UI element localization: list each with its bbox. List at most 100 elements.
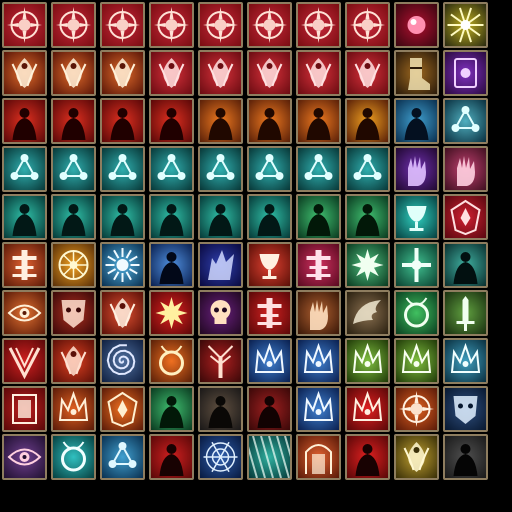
icon-slot[interactable] [51, 386, 96, 432]
icon-slot[interactable] [2, 2, 47, 48]
icon-slot[interactable] [198, 386, 243, 432]
icon-slot[interactable] [345, 338, 390, 384]
icon-slot[interactable] [100, 434, 145, 480]
icon-slot[interactable] [247, 2, 292, 48]
icon-slot[interactable] [149, 194, 194, 240]
icon-slot[interactable] [345, 290, 390, 336]
icon-slot[interactable] [247, 290, 292, 336]
icon-slot[interactable] [51, 338, 96, 384]
icon-slot[interactable] [149, 386, 194, 432]
icon-slot[interactable] [345, 50, 390, 96]
icon-slot[interactable] [2, 434, 47, 480]
icon-slot[interactable] [394, 194, 439, 240]
icon-slot[interactable] [247, 338, 292, 384]
icon-slot[interactable] [198, 146, 243, 192]
icon-slot[interactable] [296, 98, 341, 144]
icon-slot[interactable] [51, 290, 96, 336]
icon-slot[interactable] [51, 434, 96, 480]
icon-slot[interactable] [198, 242, 243, 288]
icon-slot[interactable] [345, 146, 390, 192]
icon-slot[interactable] [443, 338, 488, 384]
icon-slot[interactable] [2, 50, 47, 96]
icon-slot[interactable] [345, 194, 390, 240]
icon-slot[interactable] [394, 50, 439, 96]
icon-slot[interactable] [296, 338, 341, 384]
icon-slot[interactable] [443, 98, 488, 144]
icon-slot[interactable] [443, 194, 488, 240]
icon-slot[interactable] [394, 242, 439, 288]
icon-slot[interactable] [296, 146, 341, 192]
icon-slot[interactable] [51, 242, 96, 288]
icon-slot[interactable] [198, 290, 243, 336]
icon-slot[interactable] [2, 242, 47, 288]
icon-slot[interactable] [198, 194, 243, 240]
icon-slot[interactable] [2, 290, 47, 336]
icon-slot[interactable] [149, 146, 194, 192]
icon-slot[interactable] [296, 386, 341, 432]
icon-slot[interactable] [345, 434, 390, 480]
icon-slot[interactable] [394, 2, 439, 48]
icon-slot[interactable] [149, 338, 194, 384]
icon-slot[interactable] [100, 98, 145, 144]
icon-slot[interactable] [296, 2, 341, 48]
icon-slot[interactable] [198, 434, 243, 480]
icon-slot[interactable] [345, 2, 390, 48]
icon-slot[interactable] [198, 2, 243, 48]
icon-slot[interactable] [51, 146, 96, 192]
icon-slot[interactable] [443, 2, 488, 48]
icon-slot[interactable] [443, 50, 488, 96]
icon-slot[interactable] [2, 194, 47, 240]
icon-slot[interactable] [394, 98, 439, 144]
icon-slot[interactable] [296, 50, 341, 96]
icon-slot[interactable] [2, 98, 47, 144]
icon-slot[interactable] [149, 2, 194, 48]
icon-slot[interactable] [2, 338, 47, 384]
icon-slot[interactable] [100, 290, 145, 336]
icon-slot[interactable] [345, 242, 390, 288]
icon-slot[interactable] [149, 434, 194, 480]
icon-slot[interactable] [443, 434, 488, 480]
icon-slot[interactable] [100, 50, 145, 96]
icon-slot[interactable] [443, 290, 488, 336]
icon-slot[interactable] [247, 434, 292, 480]
icon-slot[interactable] [394, 290, 439, 336]
icon-slot[interactable] [394, 146, 439, 192]
icon-slot[interactable] [394, 338, 439, 384]
icon-slot[interactable] [149, 98, 194, 144]
icon-slot[interactable] [247, 242, 292, 288]
icon-slot[interactable] [100, 338, 145, 384]
icon-slot[interactable] [2, 386, 47, 432]
icon-slot[interactable] [394, 386, 439, 432]
icon-slot[interactable] [443, 242, 488, 288]
icon-slot[interactable] [51, 194, 96, 240]
icon-slot[interactable] [247, 194, 292, 240]
icon-slot[interactable] [100, 194, 145, 240]
icon-slot[interactable] [296, 434, 341, 480]
icon-slot[interactable] [100, 146, 145, 192]
icon-slot[interactable] [149, 242, 194, 288]
icon-slot[interactable] [296, 290, 341, 336]
icon-slot[interactable] [345, 98, 390, 144]
icon-slot[interactable] [100, 242, 145, 288]
icon-slot[interactable] [51, 98, 96, 144]
icon-slot[interactable] [149, 50, 194, 96]
icon-slot[interactable] [2, 146, 47, 192]
icon-slot[interactable] [247, 146, 292, 192]
icon-slot[interactable] [443, 386, 488, 432]
icon-slot[interactable] [247, 386, 292, 432]
icon-slot[interactable] [198, 98, 243, 144]
icon-slot[interactable] [100, 386, 145, 432]
icon-slot[interactable] [247, 50, 292, 96]
icon-slot[interactable] [247, 98, 292, 144]
icon-slot[interactable] [149, 290, 194, 336]
icon-slot[interactable] [443, 146, 488, 192]
icon-slot[interactable] [51, 2, 96, 48]
icon-slot[interactable] [394, 434, 439, 480]
icon-slot[interactable] [100, 2, 145, 48]
icon-slot[interactable] [198, 50, 243, 96]
icon-slot[interactable] [198, 338, 243, 384]
icon-slot[interactable] [296, 242, 341, 288]
icon-slot[interactable] [51, 50, 96, 96]
icon-slot[interactable] [296, 194, 341, 240]
icon-slot[interactable] [345, 386, 390, 432]
